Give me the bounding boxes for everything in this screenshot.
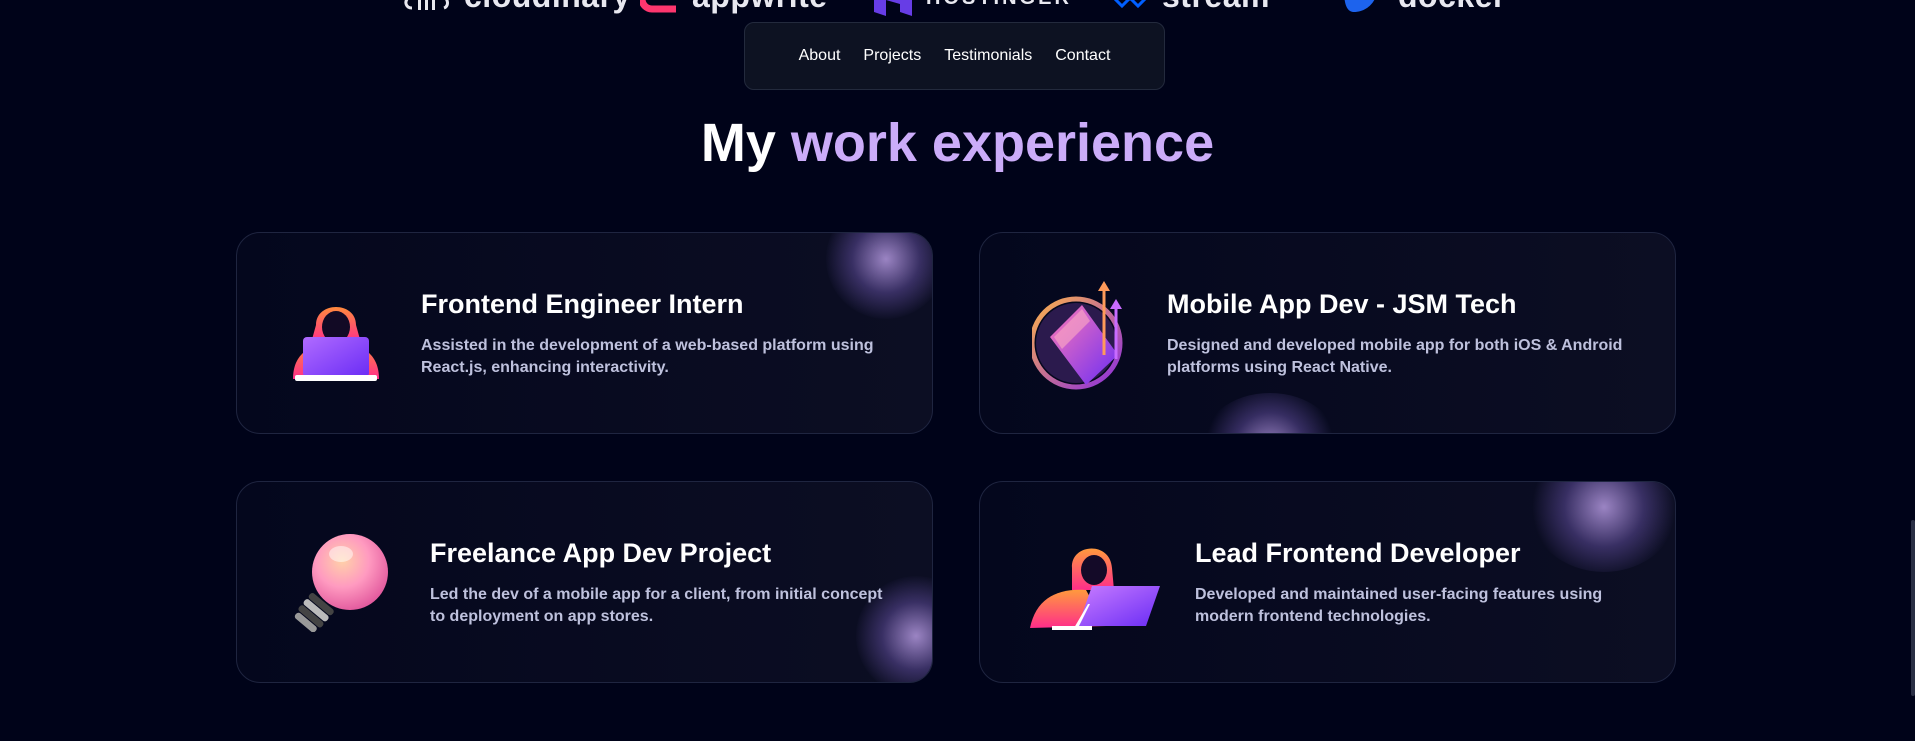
experience-card-frontend-intern[interactable]: Frontend Engineer Intern Assisted in the…	[236, 232, 933, 434]
appwrite-logo: appwrite	[640, 0, 828, 15]
nav-link-projects[interactable]: Projects	[863, 47, 921, 65]
cloud-icon	[404, 0, 449, 10]
docker-logo: docker	[1342, 0, 1506, 15]
card-glow	[1200, 393, 1340, 433]
section-heading: My work experience	[0, 108, 1915, 178]
card-glow	[826, 233, 932, 319]
experience-card-freelance[interactable]: Freelance App Dev Project Led the dev of…	[236, 481, 933, 683]
heading-prefix: My	[700, 113, 776, 173]
docker-whale-icon	[1344, 0, 1375, 12]
laptop-growth-arrows-icon	[1032, 281, 1123, 390]
nav-link-contact[interactable]: Contact	[1055, 47, 1110, 65]
card-description: Designed and developed mobile app for bo…	[1167, 337, 1623, 376]
hooded-developer-laptop-icon	[1030, 548, 1160, 630]
floating-navbar: About Projects Testimonials Contact	[744, 22, 1165, 90]
page-scrollbar[interactable]	[1911, 520, 1915, 696]
card-title: Freelance App Dev Project	[430, 538, 772, 568]
cloudinary-logo: cloudinary	[404, 0, 631, 15]
card-description: Assisted in the development of a web-bas…	[421, 337, 874, 376]
stream-mark-icon	[1114, 0, 1146, 8]
lightbulb-icon	[294, 534, 388, 632]
nav-link-about[interactable]: About	[799, 47, 841, 65]
hostinger-mark-icon	[874, 0, 912, 16]
heading-accent: work experience	[790, 113, 1215, 173]
card-description: Developed and maintained user-facing fea…	[1195, 586, 1603, 625]
card-description: Led the dev of a mobile app for a client…	[430, 586, 883, 625]
experience-card-lead-frontend[interactable]: Lead Frontend Developer Developed and ma…	[979, 481, 1676, 683]
card-title: Lead Frontend Developer	[1195, 538, 1521, 568]
card-title: Frontend Engineer Intern	[421, 289, 744, 319]
card-title: Mobile App Dev - JSM Tech	[1167, 289, 1517, 319]
appwrite-mark-icon	[640, 0, 676, 12]
hooded-coder-laptop-icon	[293, 307, 379, 381]
card-glow	[1529, 482, 1675, 572]
experience-card-mobile-app-dev[interactable]: Mobile App Dev - JSM Tech Designed and d…	[979, 232, 1676, 434]
nav-link-testimonials[interactable]: Testimonials	[944, 47, 1032, 65]
tech-logos-strip: cloudinary appwrite HOSTINGER stream doc…	[0, 0, 1915, 18]
hostinger-logo: HOSTINGER	[872, 0, 1072, 18]
stream-logo: stream	[1110, 0, 1270, 15]
